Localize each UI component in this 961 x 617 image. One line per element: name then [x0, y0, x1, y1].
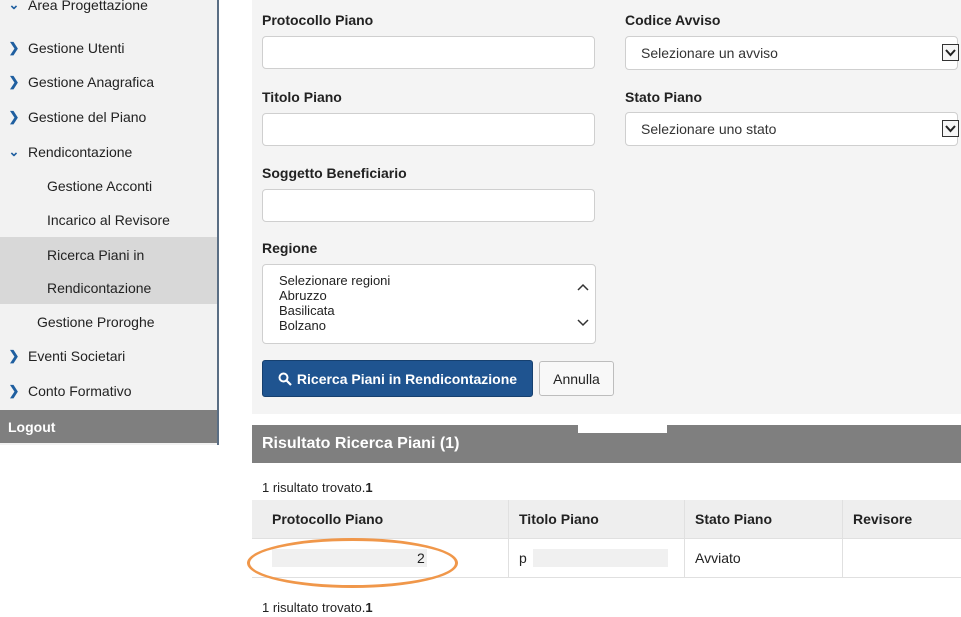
regione-option[interactable]: Abruzzo	[279, 288, 595, 303]
logout-button[interactable]: Logout	[0, 410, 217, 443]
cell-titolo: p	[509, 539, 685, 577]
sidebar-item-incarico-revisore[interactable]: Incarico al Revisore	[0, 203, 217, 237]
chevron-right-icon: ❯	[8, 348, 20, 363]
sidebar-item-label: Rendicontazione	[28, 144, 133, 160]
sidebar: ⌄ Area Progettazione ❯ Gestione Utenti ❯…	[0, 0, 219, 445]
highlight-circle-annotation	[247, 538, 458, 588]
search-form: Protocollo Piano Titolo Piano Soggetto B…	[252, 0, 961, 414]
stato-piano-select[interactable]: Selezionare uno stato	[625, 112, 959, 146]
chevron-right-icon: ❯	[8, 40, 20, 55]
soggetto-label: Soggetto Beneficiario	[262, 165, 407, 181]
sidebar-item-area-progettazione[interactable]: ⌄ Area Progettazione	[0, 0, 217, 22]
scroll-down-icon[interactable]	[577, 319, 589, 327]
chevron-right-icon: ❯	[8, 74, 20, 89]
regione-option[interactable]: Bolzano	[279, 318, 595, 333]
column-header-stato[interactable]: Stato Piano	[685, 500, 843, 538]
codice-avviso-select[interactable]: Selezionare un avviso	[625, 36, 959, 70]
soggetto-input[interactable]	[262, 189, 595, 222]
sidebar-item-label: Gestione Proroghe	[37, 314, 155, 330]
result-count-top: 1 risultato trovato.1	[262, 480, 373, 495]
sidebar-item-label: Incarico al Revisore	[47, 212, 170, 228]
sidebar-item-label: Rendicontazione	[47, 279, 152, 296]
chevron-right-icon: ❯	[8, 383, 20, 398]
stato-piano-label: Stato Piano	[625, 89, 703, 105]
redacted-block	[532, 549, 668, 567]
regione-label: Regione	[262, 240, 318, 256]
result-count-bottom: 1 risultato trovato.1	[262, 600, 373, 615]
sidebar-item-label: Gestione Utenti	[28, 40, 125, 56]
scrollbar[interactable]	[575, 283, 591, 327]
cell-revisore	[843, 539, 961, 577]
search-icon	[278, 372, 292, 386]
sidebar-item-label: Conto Formativo	[28, 383, 132, 399]
cell-stato: Avviato	[685, 539, 843, 577]
search-button[interactable]: Ricerca Piani in Rendicontazione	[262, 360, 533, 397]
sidebar-item-gestione-utenti[interactable]: ❯ Gestione Utenti	[0, 31, 217, 65]
sidebar-item-rendicontazione[interactable]: ⌄ Rendicontazione	[0, 135, 217, 169]
scroll-up-icon[interactable]	[577, 283, 589, 291]
sidebar-item-gestione-del-piano[interactable]: ❯ Gestione del Piano	[0, 100, 217, 134]
chevron-down-icon[interactable]	[942, 44, 959, 61]
chevron-down-icon[interactable]	[942, 120, 959, 137]
stato-piano-value: Selezionare uno stato	[641, 121, 777, 137]
sidebar-item-conto-formativo[interactable]: ❯ Conto Formativo	[0, 374, 217, 408]
sidebar-item-label: Gestione del Piano	[28, 109, 147, 125]
sidebar-item-eventi-societari[interactable]: ❯ Eventi Societari	[0, 339, 217, 373]
sidebar-item-gestione-acconti[interactable]: Gestione Acconti	[0, 169, 217, 203]
sidebar-item-label: Eventi Societari	[28, 348, 126, 364]
codice-avviso-label: Codice Avviso	[625, 12, 721, 28]
regione-option[interactable]: Selezionare regioni	[279, 273, 595, 288]
chevron-right-icon: ❯	[8, 109, 20, 124]
sidebar-item-label: Ricerca Piani in	[47, 246, 145, 263]
column-header-revisore[interactable]: Revisore	[843, 500, 961, 538]
titolo-input[interactable]	[262, 113, 595, 146]
protocollo-input[interactable]	[262, 36, 595, 69]
cancel-button[interactable]: Annulla	[539, 361, 614, 396]
protocollo-label: Protocollo Piano	[262, 12, 374, 28]
search-button-label: Ricerca Piani in Rendicontazione	[296, 370, 518, 387]
sidebar-item-gestione-proroghe[interactable]: Gestione Proroghe	[0, 305, 217, 339]
chevron-down-icon: ⌄	[8, 0, 20, 12]
regione-multiselect[interactable]: Selezionare regioni Abruzzo Basilicata B…	[262, 264, 596, 344]
regione-option[interactable]: Basilicata	[279, 303, 595, 318]
chevron-down-icon: ⌄	[8, 144, 20, 159]
header-tab-gap	[578, 425, 667, 433]
column-header-titolo[interactable]: Titolo Piano	[509, 500, 685, 538]
titolo-fragment: p	[519, 550, 527, 566]
sidebar-item-gestione-anagrafica[interactable]: ❯ Gestione Anagrafica	[0, 65, 217, 99]
column-header-protocollo[interactable]: Protocollo Piano	[252, 500, 509, 538]
sidebar-item-ricerca-piani[interactable]: Ricerca Piani in	[0, 237, 217, 272]
sidebar-item-label: Area Progettazione	[28, 0, 148, 13]
sidebar-item-ricerca-piani-line2[interactable]: Rendicontazione	[0, 271, 217, 304]
titolo-label: Titolo Piano	[262, 89, 342, 105]
table-header-row: Protocollo Piano Titolo Piano Stato Pian…	[252, 500, 961, 538]
sidebar-item-label: Gestione Anagrafica	[28, 74, 155, 90]
sidebar-item-label: Gestione Acconti	[47, 178, 153, 194]
codice-avviso-value: Selezionare un avviso	[641, 45, 778, 61]
